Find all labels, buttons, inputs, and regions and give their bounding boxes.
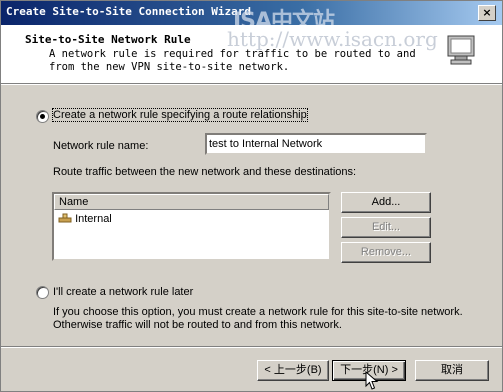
- rule-name-input[interactable]: [205, 133, 427, 155]
- later-description-line1: If you choose this option, you must crea…: [53, 306, 463, 318]
- wizard-network-icon: [447, 35, 475, 65]
- header-divider: [1, 84, 502, 85]
- mouse-cursor-icon: [365, 371, 379, 390]
- radio-create-rule[interactable]: [36, 110, 49, 123]
- rule-name-label: Network rule name:: [53, 140, 149, 152]
- remove-button[interactable]: Remove...: [341, 242, 431, 263]
- page-description: A network rule is required for traffic t…: [49, 48, 416, 73]
- route-traffic-text: Route traffic between the new network an…: [53, 166, 357, 178]
- radio-selected-dot: [40, 114, 45, 119]
- title-bar[interactable]: Create Site-to-Site Connection Wizard IS…: [1, 1, 502, 34]
- destinations-list[interactable]: Name Internal: [52, 192, 331, 261]
- radio-create-later-label[interactable]: I'll create a network rule later: [53, 286, 193, 298]
- radio-create-rule-label[interactable]: Create a network rule specifying a route…: [52, 108, 308, 122]
- list-item-label: Internal: [75, 213, 112, 225]
- watermark-url: http://www.isacn.org: [227, 27, 438, 51]
- later-description-line2: Otherwise traffic will not be routed to …: [53, 319, 342, 331]
- cancel-button[interactable]: 取消: [415, 360, 489, 381]
- add-button[interactable]: Add...: [341, 192, 431, 213]
- close-button[interactable]: ×: [478, 5, 496, 21]
- column-header-name[interactable]: Name: [54, 194, 329, 210]
- edit-button[interactable]: Edit...: [341, 217, 431, 238]
- back-button[interactable]: < 上一步(B): [257, 360, 329, 381]
- window-title: Create Site-to-Site Connection Wizard: [6, 5, 252, 18]
- footer-divider: [1, 346, 502, 348]
- page-title: Site-to-Site Network Rule: [25, 33, 191, 46]
- wizard-window: Create Site-to-Site Connection Wizard IS…: [0, 0, 503, 392]
- network-icon: [58, 213, 72, 223]
- radio-create-later[interactable]: [36, 286, 49, 299]
- list-item[interactable]: Internal: [58, 213, 112, 225]
